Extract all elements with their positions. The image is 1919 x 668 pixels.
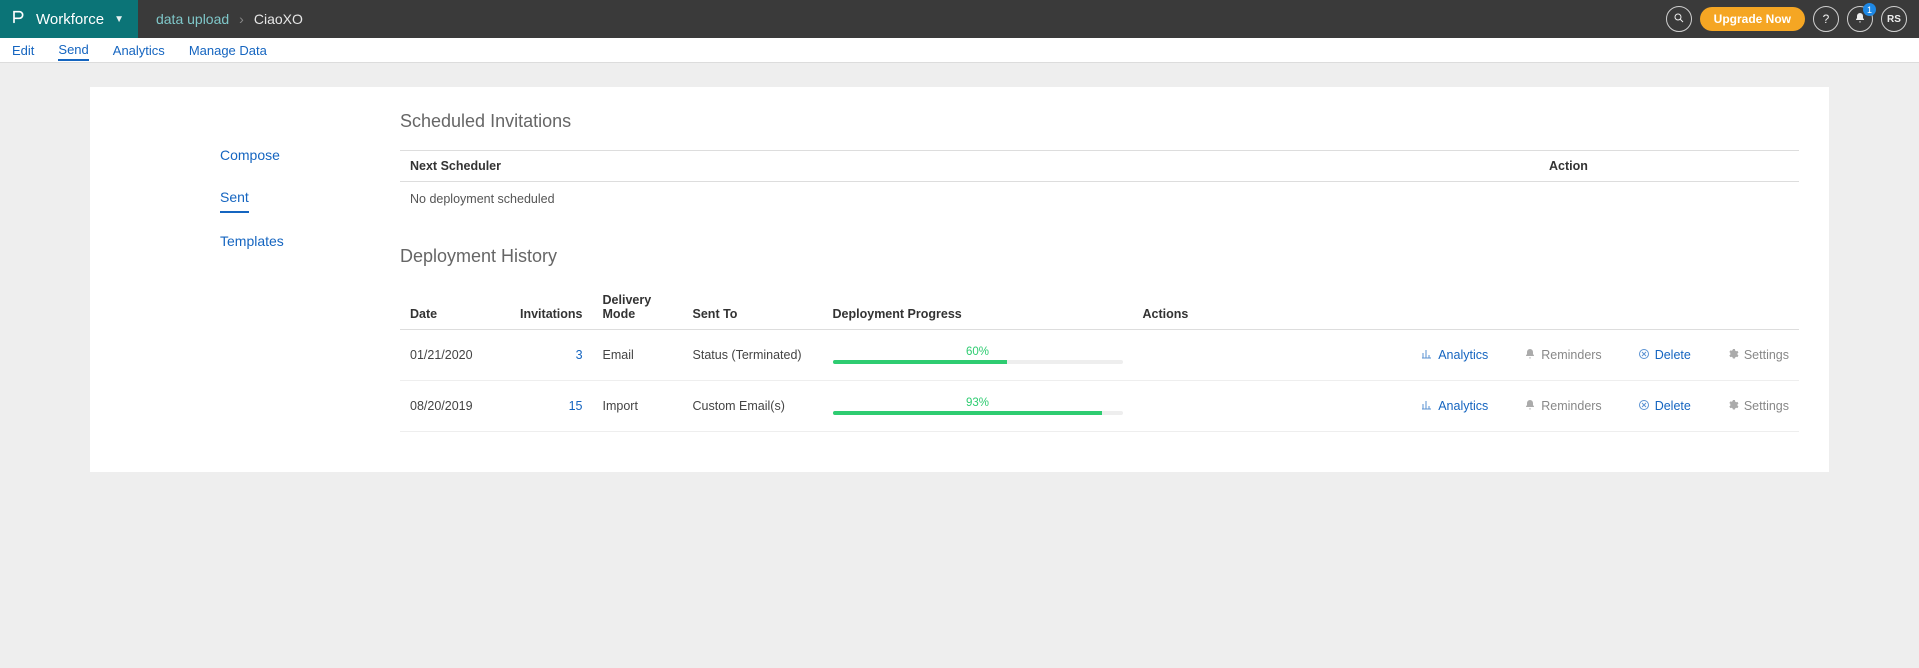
x-circle-icon <box>1638 399 1650 414</box>
gear-icon <box>1727 399 1739 414</box>
history-table: Date Invitations Delivery Mode Sent To D… <box>400 285 1799 432</box>
user-avatar[interactable]: RS <box>1881 6 1907 32</box>
tab-send[interactable]: Send <box>58 40 88 61</box>
tab-edit[interactable]: Edit <box>12 41 34 60</box>
cell-actions: Analytics Reminders Delete Settings <box>1133 330 1799 381</box>
col-progress: Deployment Progress <box>823 285 1133 330</box>
col-action: Action <box>1539 151 1799 182</box>
brand-label: Workforce <box>36 11 104 28</box>
cell-actions: Analytics Reminders Delete Settings <box>1133 381 1799 432</box>
gear-icon <box>1727 348 1739 363</box>
sidenav: Compose Sent Templates <box>120 111 340 432</box>
logo-icon <box>10 9 26 29</box>
reminders-action: Reminders <box>1524 399 1601 414</box>
table-row: 01/21/2020 3 EmailStatus (Terminated) 60% An… <box>400 330 1799 381</box>
brand-menu[interactable]: Workforce ▼ <box>0 0 138 38</box>
col-invitations: Invitations <box>510 285 593 330</box>
bell-icon <box>1524 348 1536 363</box>
col-actions: Actions <box>1133 285 1799 330</box>
reminders-action: Reminders <box>1524 348 1601 363</box>
tabbar: Edit Send Analytics Manage Data <box>0 38 1919 63</box>
settings-action[interactable]: Settings <box>1727 348 1789 363</box>
search-icon <box>1673 12 1685 27</box>
cell-invitations: 15 <box>510 381 593 432</box>
progress-bar <box>833 360 1123 364</box>
cell-progress: 60% <box>823 330 1133 381</box>
tab-manage-data[interactable]: Manage Data <box>189 41 267 60</box>
scheduled-title: Scheduled Invitations <box>400 111 1799 132</box>
cell-sent-to: Status (Terminated) <box>683 330 823 381</box>
cell-invitations: 3 <box>510 330 593 381</box>
sidenav-sent[interactable]: Sent <box>220 183 249 213</box>
cell-progress: 93% <box>823 381 1133 432</box>
notifications-button[interactable]: 1 <box>1847 6 1873 32</box>
col-delivery-mode: Delivery Mode <box>593 285 683 330</box>
col-date: Date <box>400 285 510 330</box>
delete-action[interactable]: Delete <box>1638 348 1691 363</box>
main-card: Compose Sent Templates Scheduled Invitat… <box>90 87 1829 472</box>
chevron-down-icon: ▼ <box>114 14 124 25</box>
notification-badge: 1 <box>1863 3 1876 16</box>
breadcrumb: data upload › CiaoXO <box>138 11 303 27</box>
search-button[interactable] <box>1666 6 1692 32</box>
settings-action[interactable]: Settings <box>1727 399 1789 414</box>
upgrade-button[interactable]: Upgrade Now <box>1700 7 1805 31</box>
x-circle-icon <box>1638 348 1650 363</box>
invitations-link[interactable]: 3 <box>576 348 583 362</box>
invitations-link[interactable]: 15 <box>569 399 583 413</box>
chevron-right-icon: › <box>239 11 244 27</box>
col-next-scheduler: Next Scheduler <box>400 151 1539 182</box>
delete-action[interactable]: Delete <box>1638 399 1691 414</box>
cell-mode: Email <box>593 330 683 381</box>
help-icon: ? <box>1823 12 1830 26</box>
breadcrumb-parent[interactable]: data upload <box>156 11 229 27</box>
scheduled-table: Next Scheduler Action No deployment sche… <box>400 150 1799 216</box>
cell-mode: Import <box>593 381 683 432</box>
help-button[interactable]: ? <box>1813 6 1839 32</box>
progress-label: 60% <box>833 346 1123 358</box>
cell-sent-to: Custom Email(s) <box>683 381 823 432</box>
topbar-right: Upgrade Now ? 1 RS <box>1666 6 1919 32</box>
analytics-action[interactable]: Analytics <box>1421 399 1488 414</box>
history-title: Deployment History <box>400 246 1799 267</box>
main-content: Scheduled Invitations Next Scheduler Act… <box>340 111 1799 432</box>
col-sent-to: Sent To <box>683 285 823 330</box>
cell-date: 01/21/2020 <box>400 330 510 381</box>
bar-chart-icon <box>1421 348 1433 363</box>
tab-analytics[interactable]: Analytics <box>113 41 165 60</box>
empty-message: No deployment scheduled <box>400 182 1799 217</box>
sidenav-templates[interactable]: Templates <box>220 227 284 255</box>
sidenav-compose[interactable]: Compose <box>220 141 280 169</box>
bell-icon <box>1524 399 1536 414</box>
progress-label: 93% <box>833 397 1123 409</box>
cell-date: 08/20/2019 <box>400 381 510 432</box>
table-row: 08/20/2019 15 ImportCustom Email(s) 93% Anal… <box>400 381 1799 432</box>
progress-bar <box>833 411 1123 415</box>
bar-chart-icon <box>1421 399 1433 414</box>
topbar: Workforce ▼ data upload › CiaoXO Upgrade… <box>0 0 1919 38</box>
analytics-action[interactable]: Analytics <box>1421 348 1488 363</box>
breadcrumb-current: CiaoXO <box>254 11 303 27</box>
table-row: No deployment scheduled <box>400 182 1799 217</box>
